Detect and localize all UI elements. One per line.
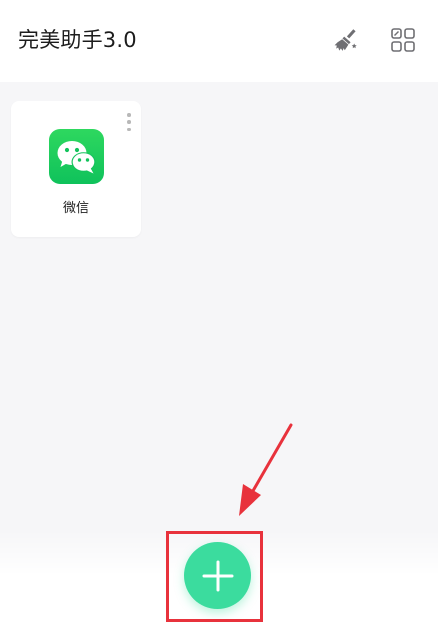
wechat-icon [49, 129, 104, 184]
clean-button[interactable] [332, 26, 360, 54]
app-card-wechat[interactable]: 微信 [11, 101, 141, 237]
more-vertical-icon[interactable] [125, 113, 133, 131]
app-title: 完美助手3.0 [18, 28, 137, 52]
app-name: 微信 [62, 201, 89, 216]
highlight-box [166, 531, 263, 622]
broom-icon [334, 29, 357, 51]
layout-switch-button[interactable] [389, 26, 417, 54]
header-bar: 完美助手3.0 [0, 0, 438, 82]
app-page: 完美助手3.0 微信 [0, 0, 438, 630]
grid-layout-icon [391, 28, 415, 52]
